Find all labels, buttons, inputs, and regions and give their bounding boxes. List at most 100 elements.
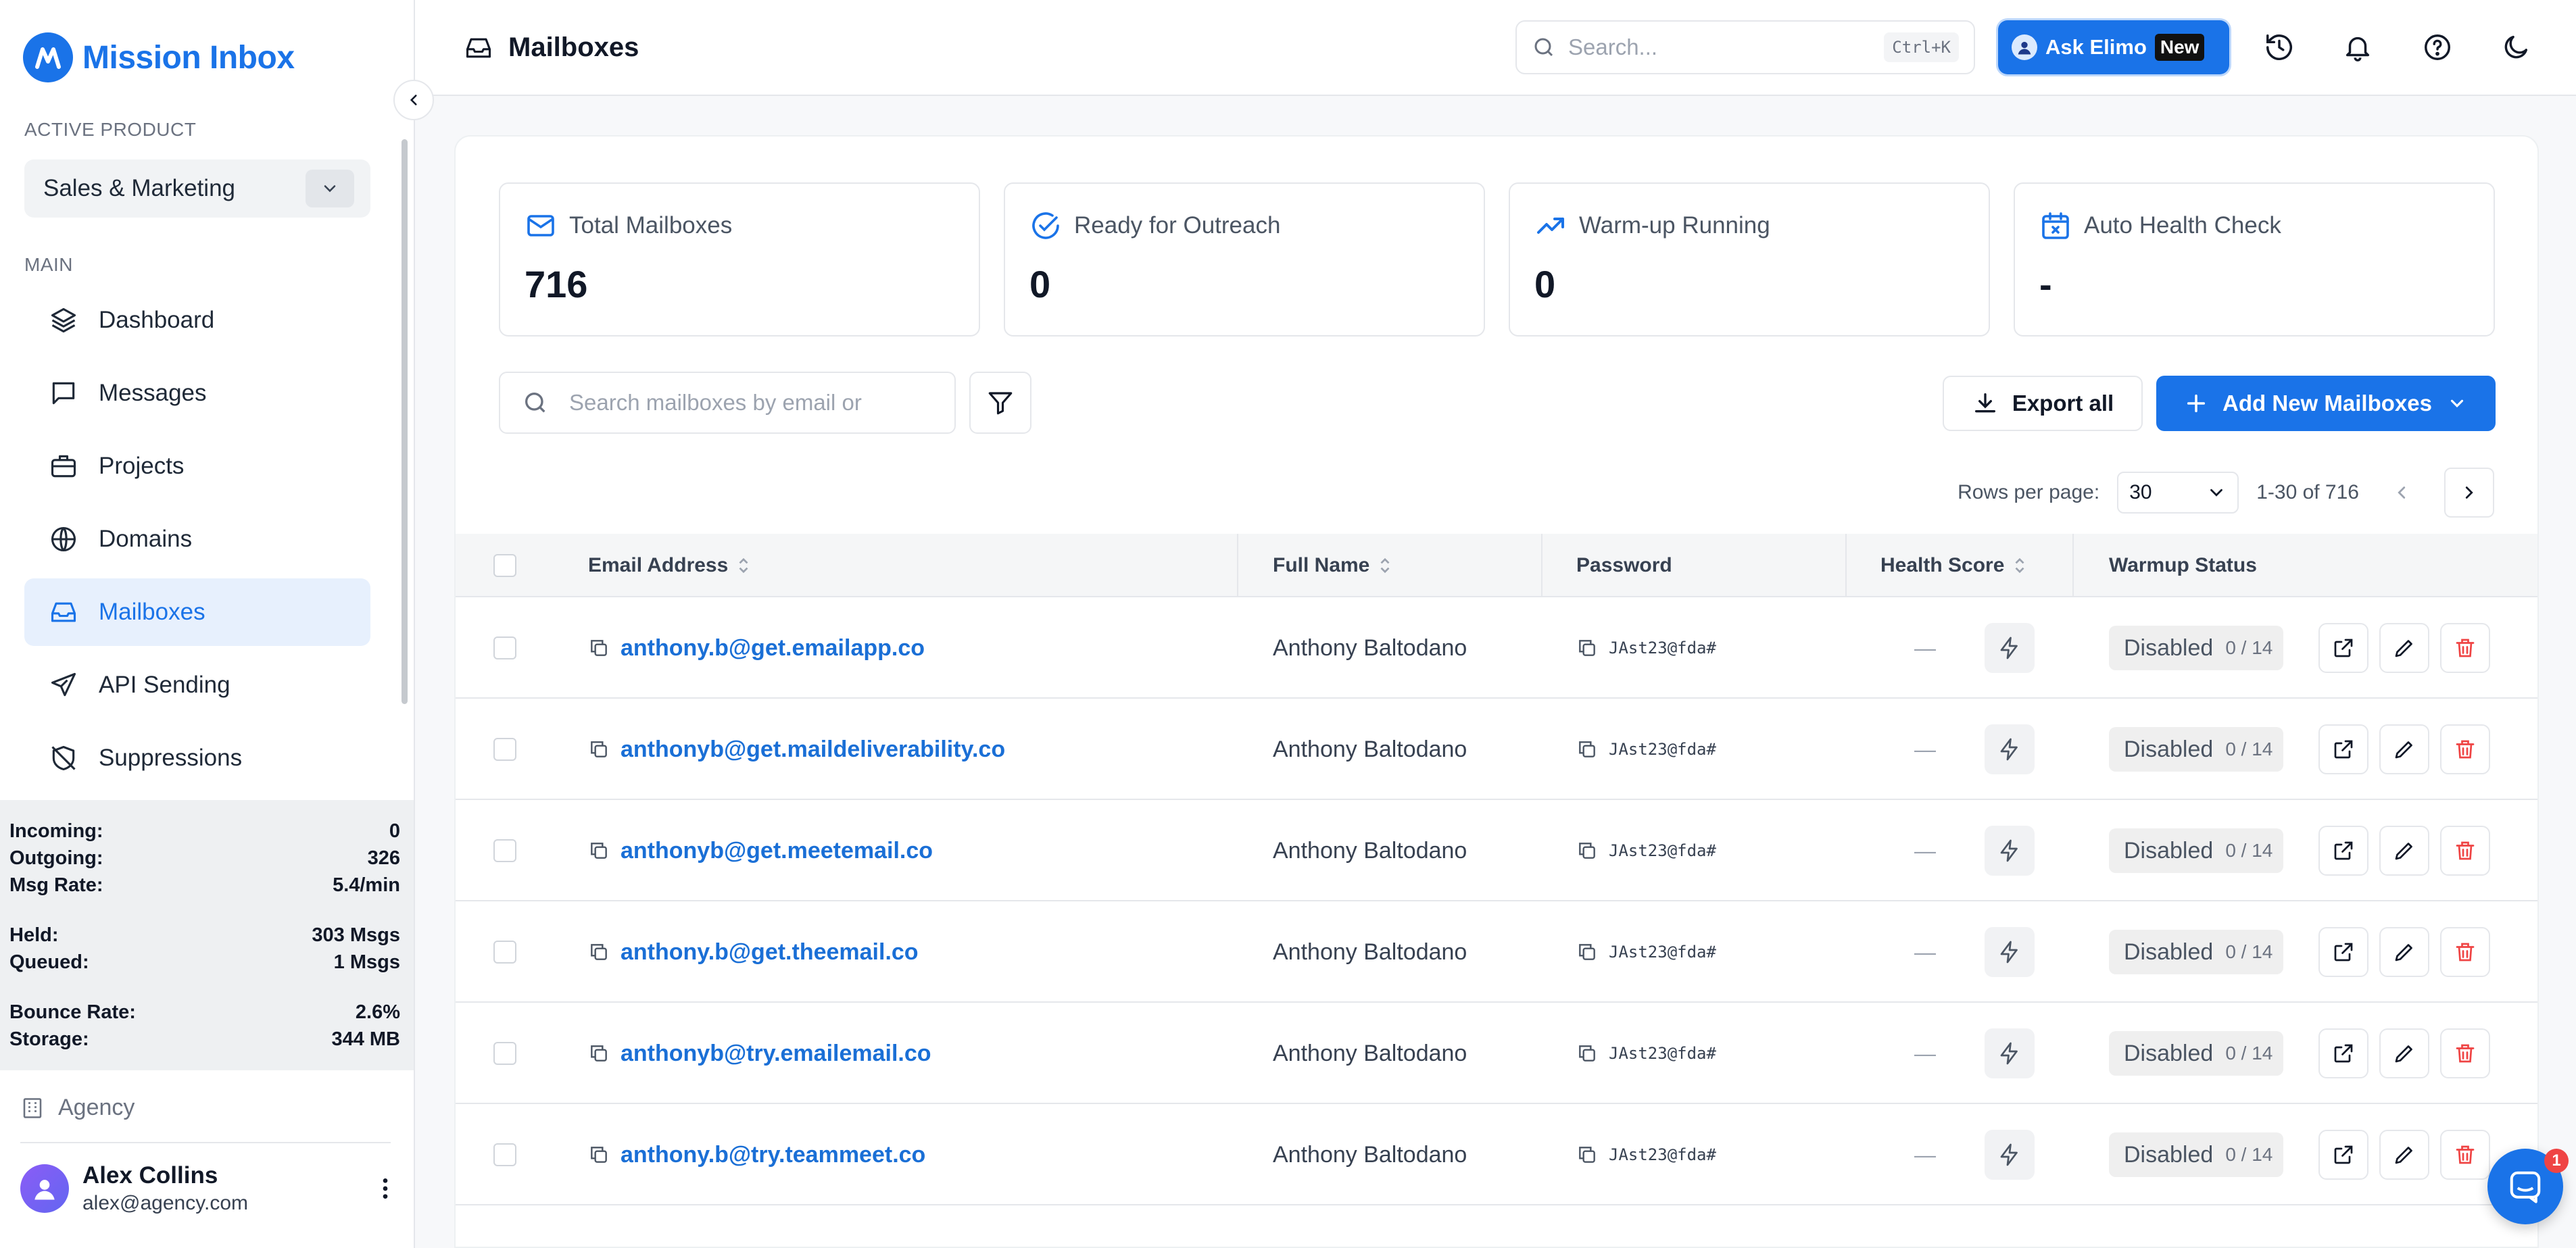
open-mailbox-button[interactable] [2318, 901, 2368, 1003]
product-select[interactable]: Sales & Marketing [24, 159, 370, 218]
run-health-check-button[interactable] [1985, 1104, 2035, 1205]
rows-per-page-select[interactable]: 30 [2117, 472, 2239, 514]
edit-mailbox-button[interactable] [2379, 1003, 2429, 1104]
app-logo[interactable]: Mission Inbox [23, 32, 295, 82]
email-cell[interactable]: anthony.b@get.emailapp.co [588, 597, 925, 699]
delete-mailbox-button[interactable] [2440, 699, 2490, 800]
email-cell[interactable]: anthonyb@get.meetemail.co [588, 800, 933, 901]
password-cell[interactable]: JAst23@fda# [1576, 901, 1716, 1003]
table-row[interactable]: anthony.b@get.theemail.co Anthony Baltoda… [456, 901, 2537, 1003]
table-row[interactable]: anthonyb@try.emailemail.co Anthony Baltod… [456, 1003, 2537, 1104]
warmup-status-cell[interactable]: Disabled 0 / 14 [2109, 800, 2283, 901]
delete-mailbox-button[interactable] [2440, 1003, 2490, 1104]
delete-mailbox-button[interactable] [2440, 901, 2490, 1003]
sidebar-item-mailboxes[interactable]: Mailboxes [24, 578, 370, 646]
stat-label: Outgoing: [9, 847, 103, 869]
rows-per-page-value: 30 [2129, 481, 2152, 503]
ask-elimo-button[interactable]: Ask Elimo New [1998, 20, 2229, 74]
add-new-mailboxes-button[interactable]: Add New Mailboxes [2156, 376, 2496, 431]
bell-icon[interactable] [2339, 28, 2377, 66]
sidebar-item-messages[interactable]: Messages [24, 359, 370, 427]
email-cell[interactable]: anthonyb@get.maildeliverability.co [588, 699, 1005, 800]
email-cell[interactable]: anthonyb@try.emailemail.co [588, 1003, 931, 1104]
password-cell[interactable]: JAst23@fda# [1576, 699, 1716, 800]
sidebar-item-dashboard[interactable]: Dashboard [24, 286, 370, 354]
password-cell[interactable]: JAst23@fda# [1576, 800, 1716, 901]
table-row[interactable]: anthony.b@try.teammeet.co Anthony Baltoda… [456, 1104, 2537, 1205]
password-cell[interactable]: JAst23@fda# [1576, 1104, 1716, 1205]
edit-mailbox-button[interactable] [2379, 597, 2429, 699]
table-row[interactable]: anthonyb@get.maildeliverability.co Anthon… [456, 699, 2537, 800]
open-mailbox-button[interactable] [2318, 1104, 2368, 1205]
table-row[interactable]: anthony.b@get.emailapp.co Anthony Baltoda… [456, 597, 2537, 699]
previous-page-button[interactable] [2377, 468, 2427, 518]
row-checkbox[interactable] [493, 699, 516, 800]
open-mailbox-button[interactable] [2318, 1003, 2368, 1104]
new-badge: New [2154, 34, 2205, 61]
email-link[interactable]: anthony.b@try.teammeet.co [621, 1142, 925, 1168]
table-header: Email Address Full Name Password Health … [456, 534, 2537, 597]
email-cell[interactable]: anthony.b@get.theemail.co [588, 901, 919, 1003]
row-checkbox[interactable] [493, 901, 516, 1003]
select-all-checkbox[interactable] [493, 534, 516, 597]
delete-mailbox-button[interactable] [2440, 597, 2490, 699]
more-vertical-icon[interactable] [372, 1175, 399, 1202]
open-mailbox-button[interactable] [2318, 699, 2368, 800]
edit-mailbox-button[interactable] [2379, 800, 2429, 901]
header-full-name[interactable]: Full Name [1273, 534, 1392, 597]
collapse-sidebar-button[interactable] [393, 80, 434, 120]
row-checkbox[interactable] [493, 597, 516, 699]
warmup-status-cell[interactable]: Disabled 0 / 14 [2109, 1003, 2283, 1104]
email-link[interactable]: anthony.b@get.theemail.co [621, 939, 919, 966]
edit-mailbox-button[interactable] [2379, 901, 2429, 1003]
run-health-check-button[interactable] [1985, 800, 2035, 901]
open-mailbox-button[interactable] [2318, 597, 2368, 699]
edit-mailbox-button[interactable] [2379, 699, 2429, 800]
sidebar-item-api-sending[interactable]: API Sending [24, 651, 370, 719]
sidebar-item-suppressions[interactable]: Suppressions [24, 724, 370, 792]
email-link[interactable]: anthonyb@get.maildeliverability.co [621, 737, 1005, 763]
sidebar-scrollbar[interactable] [402, 139, 408, 704]
global-search-input[interactable]: Search... Ctrl+K [1515, 20, 1975, 74]
row-checkbox[interactable] [493, 1104, 516, 1205]
history-icon[interactable] [2260, 28, 2298, 66]
sidebar-item-domains[interactable]: Domains [24, 505, 370, 573]
edit-mailbox-button[interactable] [2379, 1104, 2429, 1205]
password-cell[interactable]: JAst23@fda# [1576, 1003, 1716, 1104]
export-all-button[interactable]: Export all [1943, 376, 2143, 431]
next-page-button[interactable] [2444, 468, 2494, 518]
filter-button[interactable] [969, 372, 1031, 434]
mailbox-search-input[interactable]: Search mailboxes by email or [499, 372, 956, 434]
help-icon[interactable] [2419, 28, 2456, 66]
open-mailbox-button[interactable] [2318, 800, 2368, 901]
email-link[interactable]: anthonyb@try.emailemail.co [621, 1041, 931, 1067]
run-health-check-button[interactable] [1985, 901, 2035, 1003]
password-cell[interactable]: JAst23@fda# [1576, 597, 1716, 699]
header-email[interactable]: Email Address [588, 534, 751, 597]
row-checkbox[interactable] [493, 1003, 516, 1104]
row-checkbox[interactable] [493, 800, 516, 901]
header-health-score[interactable]: Health Score [1880, 534, 2027, 597]
chevron-down-icon [2210, 489, 2223, 497]
user-profile[interactable]: Alex Collins alex@agency.com [20, 1162, 399, 1215]
stat-msg-rate: 5.4/min [333, 874, 400, 896]
layers-icon [51, 307, 76, 333]
email-link[interactable]: anthony.b@get.emailapp.co [621, 635, 925, 662]
run-health-check-button[interactable] [1985, 699, 2035, 800]
agency-switcher[interactable]: Agency [20, 1095, 135, 1121]
warmup-status-cell[interactable]: Disabled 0 / 14 [2109, 1104, 2283, 1205]
moon-icon[interactable] [2497, 28, 2535, 66]
warmup-status-cell[interactable]: Disabled 0 / 14 [2109, 597, 2283, 699]
warmup-status-cell[interactable]: Disabled 0 / 14 [2109, 699, 2283, 800]
delete-mailbox-button[interactable] [2440, 1104, 2490, 1205]
delete-mailbox-button[interactable] [2440, 800, 2490, 901]
email-link[interactable]: anthonyb@get.meetemail.co [621, 838, 933, 864]
warmup-status-cell[interactable]: Disabled 0 / 14 [2109, 901, 2283, 1003]
email-cell[interactable]: anthony.b@try.teammeet.co [588, 1104, 925, 1205]
pagination: Rows per page: 30 1-30 of 716 [1958, 468, 2494, 518]
table-row[interactable]: anthonyb@get.meetemail.co Anthony Baltoda… [456, 800, 2537, 901]
health-score-value: — [1914, 1142, 1936, 1167]
run-health-check-button[interactable] [1985, 1003, 2035, 1104]
run-health-check-button[interactable] [1985, 597, 2035, 699]
sidebar-item-projects[interactable]: Projects [24, 432, 370, 500]
